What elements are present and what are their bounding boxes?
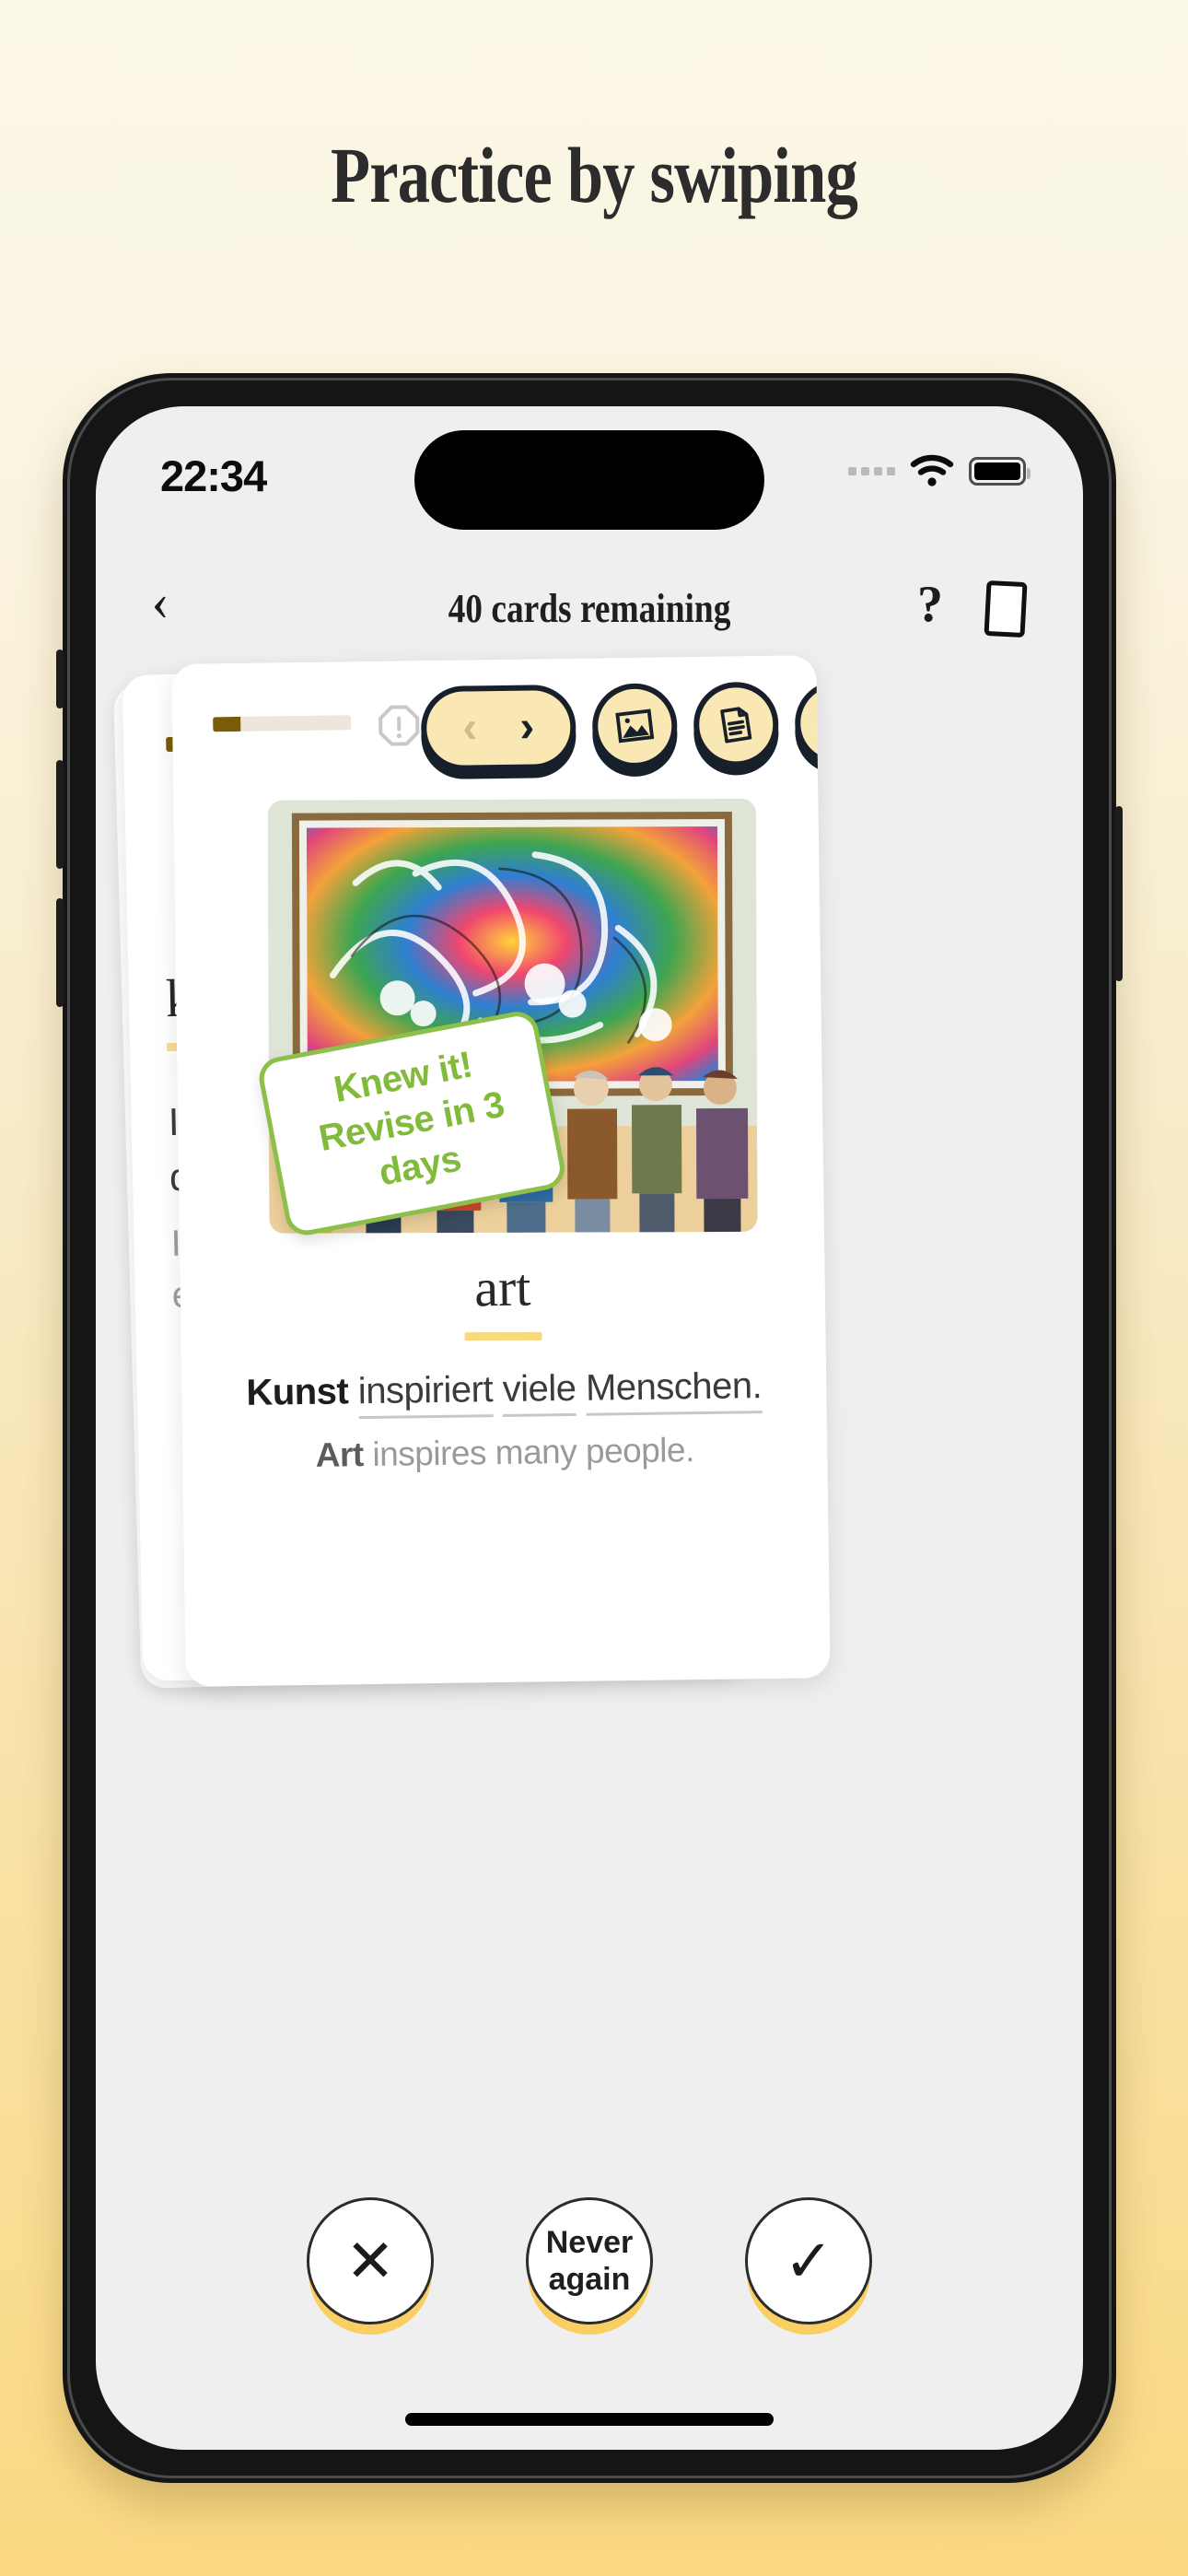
status-bar: 22:34	[96, 406, 1083, 544]
check-icon: ✓	[784, 2228, 833, 2294]
action-buttons: ✕ Never again ✓	[96, 2197, 1083, 2324]
chevron-left-icon[interactable]: ‹	[462, 703, 478, 752]
sentence-de-word-2[interactable]: viele	[502, 1367, 577, 1417]
sentence-en-rest: inspires many people.	[372, 1431, 695, 1473]
document-icon	[720, 707, 752, 744]
knew-it-button[interactable]: ✓	[745, 2197, 872, 2324]
phone-volume-down-button	[56, 898, 64, 1007]
signal-dots-icon	[848, 466, 895, 475]
card-progress-bar	[213, 715, 352, 732]
image-button[interactable]	[591, 683, 678, 769]
card-toolbar: ‹ ›	[420, 680, 831, 772]
phone-screen: 22:34 ‹ 40 cards remaining ? ‹ › Knew it…	[96, 406, 1083, 2450]
prev-next-button[interactable]: ‹ ›	[420, 684, 577, 772]
dynamic-island	[414, 430, 764, 530]
card-word: art	[473, 1257, 531, 1318]
wifi-icon	[910, 454, 954, 486]
card-stack: kilo Ich der I rid eve	[96, 655, 1083, 1701]
card-deck-icon[interactable]	[984, 580, 1028, 638]
flashcard-front[interactable]: ‹ › Knew it! Revise in 3 days art Kunst …	[171, 655, 831, 1687]
phone-power-button	[1115, 806, 1123, 981]
never-again-button[interactable]: Never again	[526, 2197, 653, 2324]
speaker-icon	[823, 710, 831, 735]
chevron-right-icon[interactable]: ›	[519, 702, 535, 751]
battery-icon	[969, 456, 1031, 486]
sentence-en-bold: Art	[315, 1435, 364, 1474]
sentence-de-word-3[interactable]: Menschen.	[585, 1365, 763, 1416]
home-indicator[interactable]	[405, 2413, 774, 2426]
sentence-de-word-0: Kunst	[246, 1371, 349, 1413]
nav-bar: ‹ 40 cards remaining ?	[96, 544, 1083, 664]
image-icon	[615, 708, 655, 744]
sentence-de-word-1[interactable]: inspiriert	[357, 1369, 494, 1420]
sentence-de: Kunst inspiriert viele Menschen.	[200, 1364, 809, 1420]
close-x-icon: ✕	[345, 2228, 395, 2294]
phone-frame: 22:34 ‹ 40 cards remaining ? ‹ › Knew it…	[56, 373, 1123, 2483]
phone-volume-up-button	[56, 760, 64, 869]
never-again-line-2: again	[548, 2262, 631, 2297]
phone-silent-switch	[56, 650, 64, 708]
document-button[interactable]	[693, 681, 779, 768]
page-title: Practice by swiping	[330, 131, 858, 219]
help-button[interactable]: ?	[917, 575, 943, 634]
audio-button[interactable]	[794, 680, 831, 767]
exclamation-octagon-icon[interactable]	[377, 703, 422, 748]
never-again-line-1: Never	[545, 2224, 634, 2260]
forgot-button[interactable]: ✕	[307, 2197, 434, 2324]
sentence-en: Art inspires many people.	[201, 1429, 809, 1476]
card-word-underline	[464, 1331, 542, 1341]
cards-remaining-title: 40 cards remaining	[448, 586, 731, 631]
never-again-label: Never again	[546, 2224, 634, 2298]
status-time: 22:34	[160, 451, 267, 500]
